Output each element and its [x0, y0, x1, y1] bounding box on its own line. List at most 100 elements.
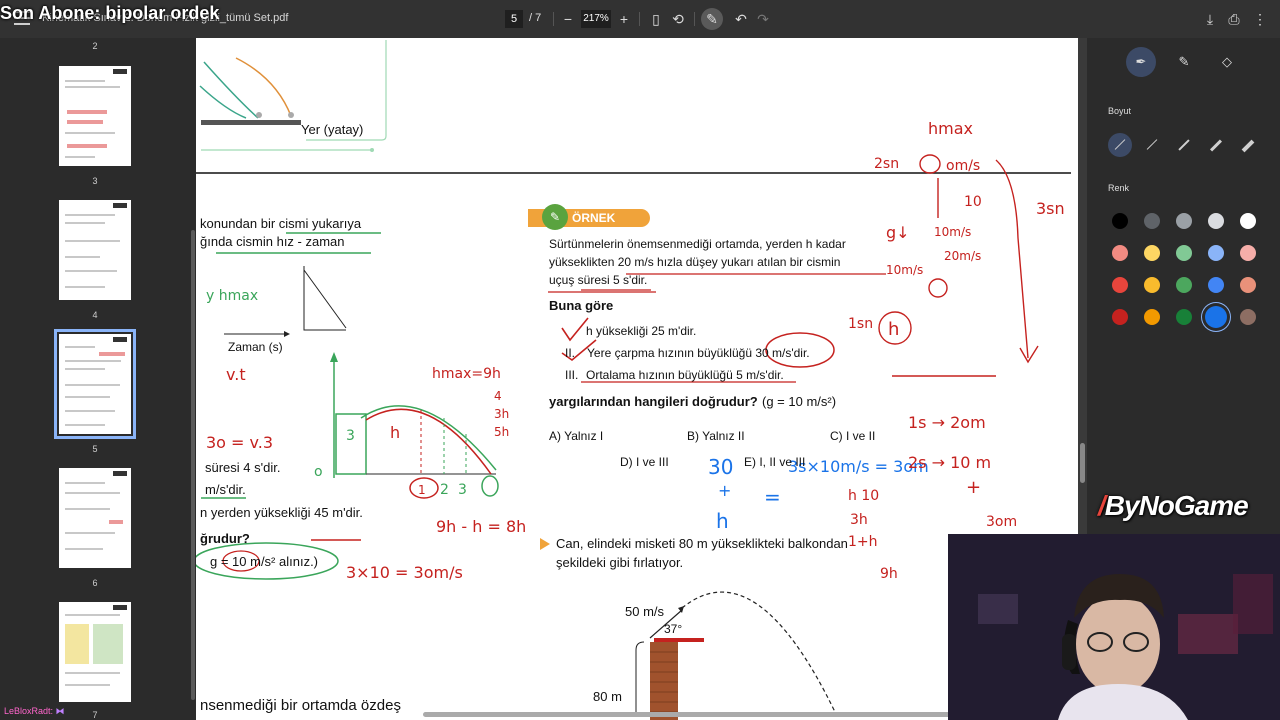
statement-height: n yerden yüksekliği 45 m'dir. [200, 505, 363, 520]
problem-text: Can, elindeki misketi 80 m yükseklikteki… [556, 536, 848, 551]
thumbnail-page-7[interactable] [59, 602, 131, 702]
color-swatch[interactable] [1176, 213, 1192, 229]
color-swatch[interactable] [1112, 245, 1128, 261]
thumbnail-page-number: 7 [92, 710, 98, 720]
svg-text:2: 2 [440, 482, 449, 498]
thumbnail-page-5[interactable] [54, 329, 136, 439]
svg-text:5h: 5h [494, 425, 509, 439]
ground-label: Yer (yatay) [301, 122, 364, 137]
size-option-5[interactable] [1236, 133, 1260, 157]
svg-text:hmax: hmax [928, 119, 973, 138]
answer-option-e[interactable]: E) I, II ve III [744, 455, 805, 469]
color-swatch[interactable] [1205, 306, 1227, 328]
svg-text:3h: 3h [494, 407, 509, 421]
svg-text:h 10: h 10 [848, 488, 879, 504]
color-swatch[interactable] [1112, 277, 1128, 293]
color-swatch[interactable] [1208, 277, 1224, 293]
thumbnail-page-6[interactable] [59, 468, 131, 568]
thumbnail-page-3[interactable] [59, 66, 131, 166]
height-label: 80 m [593, 689, 622, 704]
zoom-out-icon[interactable]: − [558, 9, 578, 29]
redo-icon[interactable]: ↷ [753, 9, 773, 29]
left-question-line: konundan bir cismi yukarıya [200, 216, 362, 231]
color-swatch[interactable] [1240, 309, 1256, 325]
webcam-overlay [948, 534, 1280, 720]
answer-option-d[interactable]: D) I ve III [620, 455, 669, 469]
zoom-in-icon[interactable]: + [614, 9, 634, 29]
size-option-4[interactable] [1204, 133, 1228, 157]
answer-option-b[interactable]: B) Yalnız II [687, 429, 745, 443]
svg-text:3sn: 3sn [1036, 199, 1065, 218]
color-swatch[interactable] [1240, 213, 1256, 229]
highlighter-tool-icon[interactable]: ✎ [1169, 47, 1199, 77]
zoom-input[interactable]: 217% [581, 10, 611, 28]
svg-text:2s → 10 m: 2s → 10 m [908, 453, 991, 472]
svg-text:4: 4 [494, 389, 502, 403]
size-option-2[interactable] [1140, 133, 1164, 157]
left-question-stub: ğrudur? [200, 531, 250, 546]
svg-text:h: h [888, 319, 899, 340]
chat-username: LeBloxRadt: ⧓ [4, 706, 65, 716]
answer-option-a[interactable]: A) Yalnız I [549, 429, 603, 443]
undo-icon[interactable]: ↶ [731, 9, 751, 29]
example-text: yükseklikten 20 m/s hızla düşey yukarı a… [549, 255, 841, 269]
color-swatch[interactable] [1176, 277, 1192, 293]
svg-text:30: 30 [708, 455, 733, 479]
annotate-icon[interactable]: ✎ [701, 8, 723, 30]
color-swatch[interactable] [1144, 213, 1160, 229]
color-swatch[interactable] [1112, 213, 1128, 229]
size-label: Boyut [1108, 106, 1132, 116]
page-total: / 7 [529, 12, 542, 24]
statement-2-number: II. [565, 346, 576, 360]
color-swatch[interactable] [1112, 309, 1128, 325]
svg-text:20m/s: 20m/s [944, 249, 981, 263]
color-label: Renk [1108, 183, 1130, 193]
color-swatch[interactable] [1208, 213, 1224, 229]
svg-text:9h: 9h [880, 566, 898, 582]
example-text: uçuş süresi 5 s'dir. [549, 273, 648, 287]
answer-option-c[interactable]: C) I ve II [830, 429, 875, 443]
download-icon[interactable]: ⤓ [1200, 9, 1220, 29]
g-value: (g = 10 m/s²) [762, 394, 837, 409]
color-swatch[interactable] [1144, 277, 1160, 293]
page-number-input[interactable]: 5 [505, 10, 523, 28]
statement-3: Ortalama hızının büyüklüğü 5 m/s'dir. [586, 368, 784, 382]
more-options-icon[interactable]: ⋮ [1250, 9, 1270, 29]
streamer-image [948, 534, 1280, 720]
g-note: g = 10 m/s² alınız.) [210, 554, 319, 569]
example-question: yargılarından hangileri doğrudur? [549, 394, 758, 409]
color-swatch[interactable] [1176, 245, 1192, 261]
pencil-icon: ✎ [542, 204, 568, 230]
color-swatch[interactable] [1176, 309, 1192, 325]
sidebar-scrollbar[interactable] [191, 230, 195, 700]
top-toolbar: Kinematik Sınav 2. Dönem Fizik gizli_tüm… [0, 0, 1280, 38]
eraser-tool-icon[interactable]: ◇ [1212, 47, 1242, 77]
size-option-1[interactable] [1108, 133, 1132, 157]
svg-text:+: + [718, 481, 731, 500]
color-swatch[interactable] [1144, 245, 1160, 261]
statement-1: h yüksekliği 25 m'dir. [586, 324, 697, 338]
svg-text:10m/s: 10m/s [934, 225, 971, 239]
svg-text:y hmax: y hmax [206, 288, 258, 304]
pen-tool-icon[interactable]: ✒ [1126, 47, 1156, 77]
svg-text:2sn: 2sn [874, 156, 899, 172]
left-question-line: ğında cismin hız - zaman [200, 234, 345, 249]
color-swatch[interactable] [1208, 245, 1224, 261]
color-swatch[interactable] [1240, 277, 1256, 293]
svg-text:o: o [314, 464, 323, 480]
color-swatch[interactable] [1240, 245, 1256, 261]
thumbnail-page-4[interactable] [59, 200, 131, 300]
fit-page-icon[interactable]: ▯ [646, 9, 666, 29]
horizontal-scrollbar[interactable] [423, 712, 953, 717]
rotate-icon[interactable]: ⟲ [668, 9, 688, 29]
color-swatch[interactable] [1144, 309, 1160, 325]
svg-text:3h: 3h [850, 512, 868, 528]
svg-text:1s → 2om: 1s → 2om [908, 413, 986, 432]
svg-text:1: 1 [418, 483, 426, 497]
svg-text:h: h [390, 423, 400, 442]
example-text: Sürtünmelerin önemsenmediği ortamda, yer… [549, 237, 846, 251]
toolbar-divider [639, 12, 640, 26]
thumbnail-page-number: 6 [92, 578, 98, 588]
print-icon[interactable]: ⎙ [1224, 9, 1244, 29]
size-option-3[interactable] [1172, 133, 1196, 157]
